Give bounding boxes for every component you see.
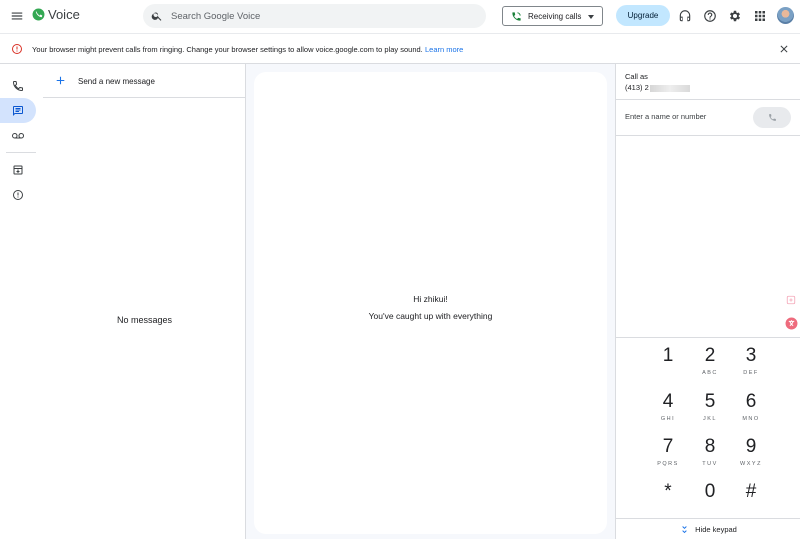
nav-spam[interactable] (0, 182, 36, 207)
key-3[interactable]: 3 DEF (731, 346, 771, 386)
key-0[interactable]: 0 (690, 482, 730, 522)
voice-logo-icon (32, 8, 45, 21)
help-button[interactable] (701, 7, 719, 25)
key-7[interactable]: 7 PQRS (648, 437, 688, 477)
key-1[interactable]: 1 (648, 346, 688, 386)
spam-icon (13, 189, 23, 200)
key-5[interactable]: 5 JKL (690, 392, 730, 432)
double-chevron-icon (682, 525, 687, 533)
messages-list-panel: Send a new message No messages (43, 64, 246, 539)
voicemail-icon (12, 132, 24, 138)
top-app-bar: Voice Receiving calls Upgrade (0, 0, 800, 33)
close-icon[interactable] (778, 43, 790, 55)
call-as-number: (413) 2 (625, 83, 690, 92)
phone-number-text: (413) 2 (625, 83, 649, 92)
hide-keypad-label: Hide keypad (695, 524, 737, 534)
nav-messages[interactable] (0, 98, 36, 123)
dropdown-arrow-icon (588, 15, 594, 19)
account-avatar[interactable] (777, 7, 794, 24)
key-4[interactable]: 4 GHI (648, 392, 688, 432)
plus-icon (56, 76, 65, 85)
redacted-digits (649, 84, 690, 92)
empty-messages-label: No messages (116, 315, 173, 325)
send-new-message-button[interactable]: Send a new message (43, 64, 246, 98)
upgrade-button[interactable]: Upgrade (616, 5, 670, 26)
send-new-message-label: Send a new message (78, 77, 155, 86)
receiving-calls-button[interactable]: Receiving calls (502, 6, 603, 26)
phone-icon (768, 114, 776, 121)
archive-icon (13, 165, 23, 174)
search-icon (151, 12, 162, 21)
banner-message: Your browser might prevent calls from ri… (32, 45, 423, 54)
nav-archive[interactable] (0, 157, 36, 182)
key-8[interactable]: 8 TUV (690, 437, 730, 477)
key-hash[interactable]: # (731, 482, 771, 522)
learn-more-link[interactable]: Learn more (425, 45, 463, 54)
receiving-calls-label: Receiving calls (528, 11, 582, 21)
help-icon (704, 10, 716, 22)
navigation-rail (0, 64, 43, 539)
name-or-number-input[interactable] (625, 112, 745, 121)
call-as-label: Call as (625, 72, 648, 81)
call-button[interactable] (753, 107, 791, 128)
dial-input-row (616, 99, 800, 136)
voice-logo[interactable]: Voice (32, 7, 80, 22)
nav-voicemail[interactable] (0, 123, 36, 148)
headset-icon (679, 10, 691, 22)
translate-extension-icon[interactable] (785, 317, 798, 330)
key-2[interactable]: 2 ABC (690, 346, 730, 386)
main-menu-button[interactable] (6, 5, 28, 27)
search-bar[interactable] (143, 4, 486, 28)
phone-ringing-icon (512, 11, 521, 21)
key-6[interactable]: 6 MNO (731, 392, 771, 432)
notification-banner: Your browser might prevent calls from ri… (0, 33, 800, 64)
key-9[interactable]: 9 WXYZ (731, 437, 771, 477)
support-button[interactable] (676, 7, 694, 25)
key-star[interactable]: * (648, 482, 688, 522)
nav-calls[interactable] (0, 73, 36, 98)
conversation-card: Hi zhikui! You've caught up with everyth… (254, 72, 607, 534)
dialer-panel: Call as (413) 2 1 2ABC 3DEF 4GHI 5JKL 6M… (615, 64, 800, 539)
gear-icon (729, 10, 741, 22)
keypad-divider (616, 337, 800, 338)
search-input[interactable] (171, 10, 461, 22)
caught-up-text: You've caught up with everything (368, 311, 493, 321)
extension-icon[interactable] (786, 295, 796, 305)
rail-divider (6, 152, 36, 153)
message-icon (13, 105, 23, 116)
settings-button[interactable] (726, 7, 744, 25)
conversation-panel: Hi zhikui! You've caught up with everyth… (246, 64, 615, 539)
app-name: Voice (48, 7, 80, 22)
apps-grid-icon (755, 11, 765, 21)
greeting-text: Hi zhikui! (413, 294, 448, 304)
hamburger-menu-icon (11, 12, 23, 20)
error-outline-icon (12, 44, 22, 54)
apps-button[interactable] (751, 7, 769, 25)
phone-icon (12, 80, 23, 91)
hide-keypad-button[interactable]: Hide keypad (616, 518, 800, 539)
